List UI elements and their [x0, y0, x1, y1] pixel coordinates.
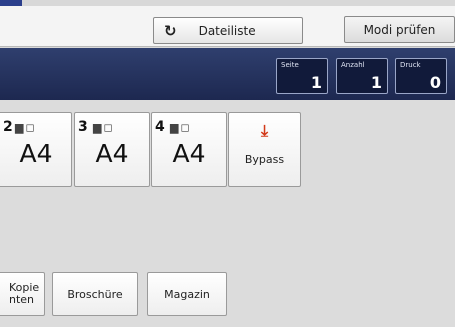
brochure-label: Broschüre	[67, 287, 123, 301]
tray-paper-size: A4	[172, 139, 206, 168]
copy-count-label: Anzahl	[341, 61, 365, 69]
print-counter-label: Druck	[400, 61, 421, 69]
page-counter-value: 1	[310, 73, 322, 92]
tray-number: 4	[155, 119, 165, 135]
page-counter-label: Seite	[281, 61, 299, 69]
copy-mode-label: Kopie nten	[9, 280, 40, 306]
tray-4-button[interactable]: 4 ▆◻ A4	[151, 112, 227, 187]
file-list-button[interactable]: ↻ Dateiliste	[153, 17, 303, 44]
print-counter: Druck 0	[395, 58, 447, 94]
refresh-icon: ↻	[164, 21, 177, 40]
bypass-label: Bypass	[244, 153, 285, 166]
paper-tray-icon: ▆◻	[15, 121, 37, 134]
bypass-tray-icon: ⤓	[260, 121, 269, 140]
tray-number: 3	[78, 119, 88, 135]
bypass-tray-button[interactable]: ⤓ Bypass	[228, 112, 301, 187]
copy-mode-button[interactable]: Kopie nten	[0, 272, 45, 316]
magazine-button[interactable]: Magazin	[147, 272, 227, 316]
file-list-label: Dateiliste	[198, 23, 256, 38]
brochure-button[interactable]: Broschüre	[52, 272, 138, 316]
check-modes-button[interactable]: Modi prüfen	[344, 16, 455, 43]
tray-2-button[interactable]: 2 ▆◻ A4	[0, 112, 72, 187]
paper-tray-icon: ▆◻	[170, 121, 192, 134]
paper-tray-icon: ▆◻	[93, 121, 115, 134]
magazine-label: Magazin	[164, 287, 210, 301]
copy-mode-label-line1: Kopie	[9, 280, 40, 294]
page-counter: Seite 1	[276, 58, 328, 94]
print-counter-value: 0	[429, 73, 441, 92]
check-modes-label: Modi prüfen	[363, 22, 436, 37]
copy-count-counter: Anzahl 1	[336, 58, 388, 94]
tray-paper-size: A4	[19, 139, 53, 168]
tray-number: 2	[3, 119, 13, 135]
tray-3-button[interactable]: 3 ▆◻ A4	[74, 112, 150, 187]
copy-count-value: 1	[370, 73, 382, 92]
copy-mode-label-line2: nten	[9, 293, 35, 306]
tray-paper-size: A4	[95, 139, 129, 168]
